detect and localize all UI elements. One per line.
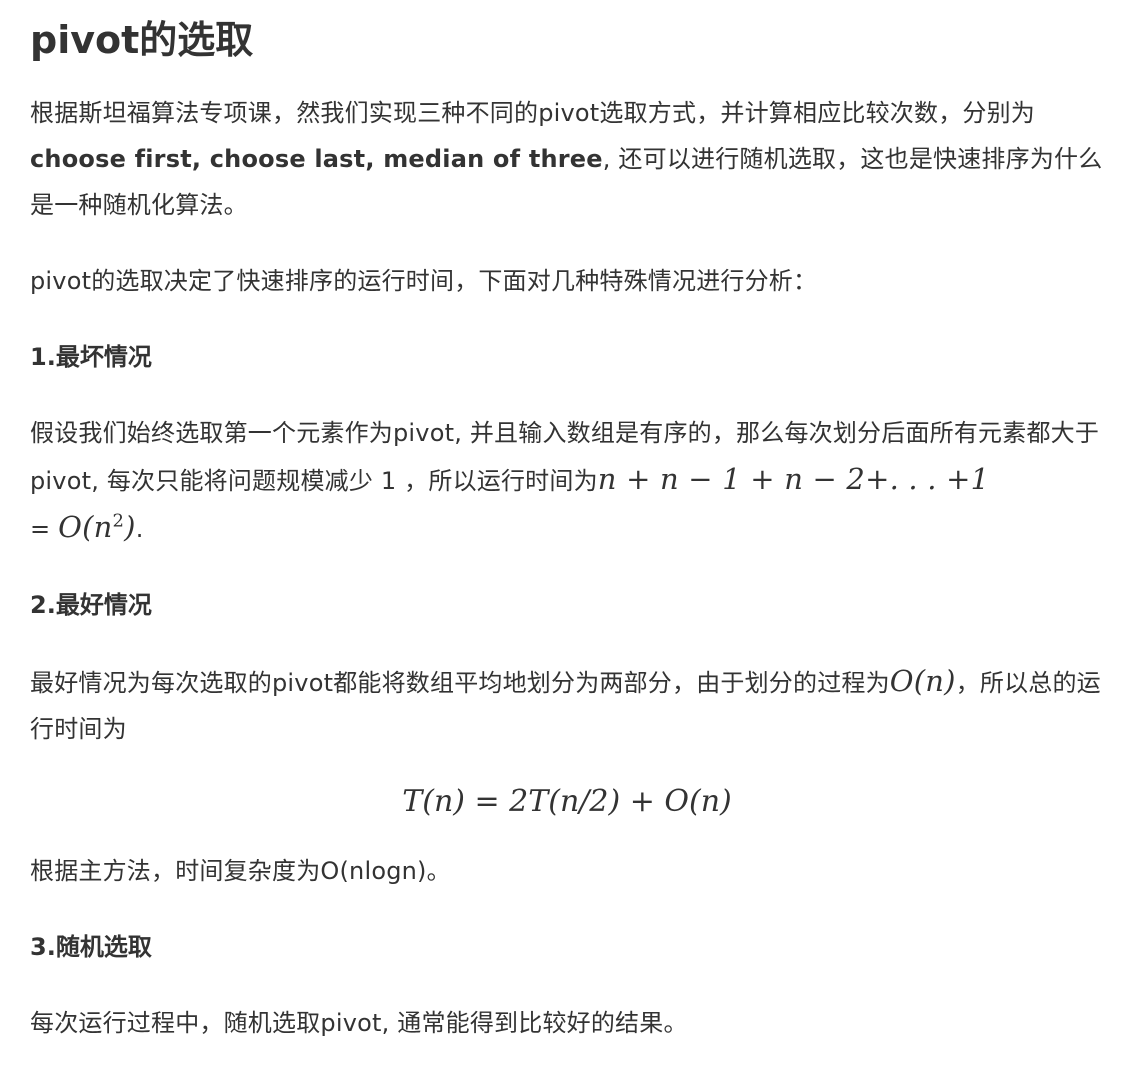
best-case-text-1: 最好情况为每次选取的pivot都能将数组平均地划分为两部分，由于划分的过程为 — [30, 669, 890, 697]
best-case-heading: 2.最好情况 — [30, 591, 152, 619]
worst-case-exponent: 2 — [112, 510, 125, 532]
worst-case-sum-formula: n + n − 1 + n − 2+. . . +1 — [597, 462, 990, 496]
worst-case-big-o-formula: O(n2) — [58, 510, 136, 544]
worst-case-big-o-base: O(n — [58, 510, 113, 544]
intro-text-1: 根据斯坦福算法专项课，然我们实现三种不同的pivot选取方式，并计算相应比较次数… — [30, 99, 1035, 127]
article: pivot的选取 根据斯坦福算法专项课，然我们实现三种不同的pivot选取方式，… — [0, 0, 1134, 1076]
intro-bold-methods: choose first, choose last, median of thr… — [30, 145, 603, 173]
overview-paragraph: pivot的选取决定了快速排序的运行时间，下面对几种特殊情况进行分析： — [30, 267, 818, 295]
recurrence-display: T(n) = 2T(n/2) + O(n) — [30, 774, 1104, 834]
recurrence-formula: T(n) = 2T(n/2) + O(n) — [402, 784, 732, 819]
worst-case-paragraph: 假设我们始终选取第一个元素作为pivot, 并且输入数组是有序的，那么每次划分后… — [30, 410, 1104, 552]
random-heading: 3.随机选取 — [30, 933, 152, 961]
worst-case-equals: = — [30, 515, 59, 543]
best-case-inline-formula: O(n) — [889, 664, 956, 698]
page-title: pivot的选取 — [30, 18, 254, 62]
worst-case-period: . — [135, 515, 144, 543]
worst-case-heading: 1.最坏情况 — [30, 343, 152, 371]
random-paragraph: 每次运行过程中，随机选取pivot, 通常能得到比较好的结果。 — [30, 1009, 688, 1037]
master-theorem-paragraph: 根据主方法，时间复杂度为O(nlogn)。 — [30, 857, 451, 885]
intro-paragraph: 根据斯坦福算法专项课，然我们实现三种不同的pivot选取方式，并计算相应比较次数… — [30, 90, 1104, 228]
best-case-paragraph: 最好情况为每次选取的pivot都能将数组平均地划分为两部分，由于划分的过程为O(… — [30, 658, 1104, 752]
worst-case-big-o-close: ) — [124, 510, 136, 544]
